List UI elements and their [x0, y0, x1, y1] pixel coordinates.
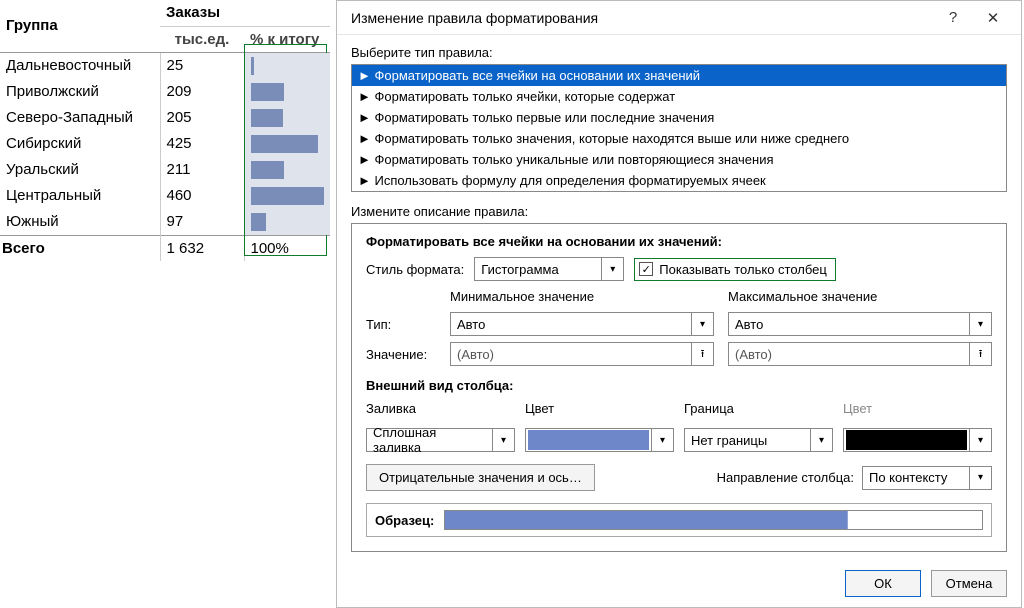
total-qty: 1 632 [160, 235, 244, 261]
row-qty[interactable]: 25 [160, 52, 244, 79]
max-label: Максимальное значение [728, 289, 992, 304]
rule-type-item[interactable]: ► Форматировать только ячейки, которые с… [352, 86, 1006, 107]
fill-color-label: Цвет [525, 401, 674, 416]
row-bar[interactable] [244, 105, 330, 131]
style-label: Стиль формата: [366, 262, 464, 277]
chevron-down-icon: ▾ [969, 429, 991, 451]
chevron-down-icon: ▾ [810, 429, 832, 451]
pivot-table: Группа Заказы тыс.ед. % к итогу Дальнево… [0, 0, 330, 261]
fill-label: Заливка [366, 401, 515, 416]
value-label: Значение: [366, 347, 436, 362]
min-type-select[interactable]: Авто▾ [450, 312, 714, 336]
row-qty[interactable]: 97 [160, 209, 244, 236]
row-bar[interactable] [244, 52, 330, 79]
rule-type-item[interactable]: ► Форматировать только значения, которые… [352, 128, 1006, 149]
direction-label: Направление столбца: [717, 470, 854, 485]
chevron-down-icon: ▾ [492, 429, 514, 451]
col-header-orders[interactable]: Заказы [160, 0, 330, 26]
row-bar[interactable] [244, 183, 330, 209]
bar-direction-select[interactable]: По контексту▾ [862, 466, 992, 490]
fill-color-select[interactable]: ▾ [525, 428, 674, 452]
col-header-group[interactable]: Группа [0, 0, 160, 52]
row-qty[interactable]: 425 [160, 131, 244, 157]
row-bar[interactable] [244, 79, 330, 105]
format-style-select[interactable]: Гистограмма ▾ [474, 257, 624, 281]
sample-label: Образец: [375, 513, 434, 528]
max-type-select[interactable]: Авто▾ [728, 312, 992, 336]
bar-appearance-label: Внешний вид столбца: [366, 378, 992, 393]
format-all-label: Форматировать все ячейки на основании их… [366, 234, 992, 249]
row-label[interactable]: Северо-Западный [0, 105, 160, 131]
max-value-input[interactable]: (Авто)⭱ [728, 342, 992, 366]
row-qty[interactable]: 205 [160, 105, 244, 131]
border-color-label: Цвет [843, 401, 992, 416]
border-color-select[interactable]: ▾ [843, 428, 992, 452]
row-bar[interactable] [244, 131, 330, 157]
edit-desc-label: Измените описание правила: [351, 204, 1007, 219]
range-picker-icon[interactable]: ⭱ [691, 343, 713, 365]
row-label[interactable]: Уральский [0, 157, 160, 183]
subheader-qty[interactable]: тыс.ед. [160, 26, 244, 52]
row-label[interactable]: Южный [0, 209, 160, 236]
close-button[interactable]: ✕ [973, 3, 1013, 33]
total-pct: 100% [244, 235, 330, 261]
row-label[interactable]: Приволжский [0, 79, 160, 105]
rule-type-item[interactable]: ► Форматировать все ячейки на основании … [352, 65, 1006, 86]
chevron-down-icon: ▾ [651, 429, 673, 451]
rule-type-item[interactable]: ► Использовать формулу для определения ф… [352, 170, 1006, 191]
row-label[interactable]: Сибирский [0, 131, 160, 157]
row-bar[interactable] [244, 209, 330, 236]
ok-button[interactable]: ОК [845, 570, 921, 597]
row-qty[interactable]: 460 [160, 183, 244, 209]
cancel-button[interactable]: Отмена [931, 570, 1007, 597]
min-value-input[interactable]: (Авто)⭱ [450, 342, 714, 366]
chevron-down-icon: ▾ [691, 313, 713, 335]
fill-type-select[interactable]: Сплошная заливка▾ [366, 428, 515, 452]
row-qty[interactable]: 209 [160, 79, 244, 105]
show-bar-only-checkbox[interactable]: ✓ Показывать только столбец [634, 258, 836, 281]
negative-axis-button[interactable]: Отрицательные значения и ось… [366, 464, 595, 491]
row-bar[interactable] [244, 157, 330, 183]
min-label: Минимальное значение [450, 289, 714, 304]
chevron-down-icon: ▾ [601, 258, 623, 280]
subheader-pct[interactable]: % к итогу [244, 26, 330, 52]
row-label[interactable]: Дальневосточный [0, 52, 160, 79]
edit-rule-dialog: Изменение правила форматирования ? ✕ Выб… [336, 0, 1022, 608]
rule-type-list[interactable]: ► Форматировать все ячейки на основании … [351, 64, 1007, 192]
border-type-select[interactable]: Нет границы▾ [684, 428, 833, 452]
row-label[interactable]: Центральный [0, 183, 160, 209]
row-qty[interactable]: 211 [160, 157, 244, 183]
help-button[interactable]: ? [933, 3, 973, 33]
sample-bar [444, 510, 983, 530]
border-label: Граница [684, 401, 833, 416]
range-picker-icon[interactable]: ⭱ [969, 343, 991, 365]
dialog-title: Изменение правила форматирования [351, 10, 933, 26]
rule-type-item[interactable]: ► Форматировать только первые или послед… [352, 107, 1006, 128]
chevron-down-icon: ▾ [969, 313, 991, 335]
select-rule-label: Выберите тип правила: [351, 45, 1007, 60]
type-label: Тип: [366, 317, 436, 332]
rule-type-item[interactable]: ► Форматировать только уникальные или по… [352, 149, 1006, 170]
chevron-down-icon: ▾ [969, 467, 991, 489]
checkmark-icon: ✓ [639, 262, 653, 276]
total-label: Всего [0, 235, 160, 261]
